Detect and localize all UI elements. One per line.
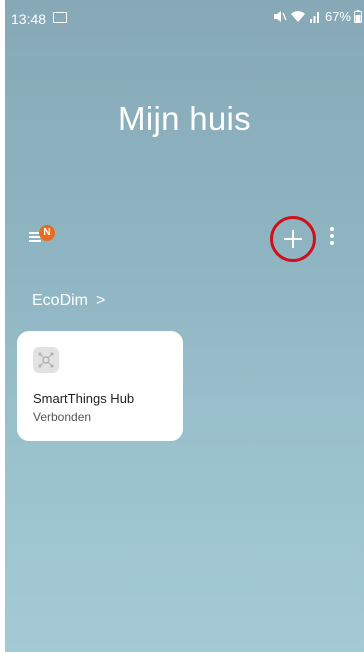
signal-icon xyxy=(309,11,321,23)
mute-icon xyxy=(273,10,287,23)
location-name: EcoDim xyxy=(32,292,89,309)
menu-button[interactable]: N xyxy=(25,224,59,250)
status-time: 13:48 xyxy=(11,11,47,27)
notification-badge: N xyxy=(39,225,55,241)
more-options-button[interactable] xyxy=(327,227,337,251)
battery-percent: 67% xyxy=(324,9,351,24)
status-bar: 13:48 67% xyxy=(5,0,364,36)
add-button[interactable] xyxy=(270,216,316,262)
app-screen: 13:48 67% Mijn huis N EcoDim > SmartThin… xyxy=(5,0,364,652)
battery-icon xyxy=(354,10,362,23)
device-status: Verbonden xyxy=(33,410,92,424)
image-icon xyxy=(53,12,67,23)
device-card[interactable]: SmartThings Hub Verbonden xyxy=(17,331,183,441)
chevron-right-icon: > xyxy=(96,292,106,309)
plus-icon xyxy=(284,230,302,248)
location-selector[interactable]: EcoDim > xyxy=(32,292,105,310)
device-name: SmartThings Hub xyxy=(33,391,135,406)
page-title: Mijn huis xyxy=(118,100,251,137)
wifi-icon xyxy=(290,10,306,23)
hub-icon xyxy=(33,347,59,373)
status-icons: 67% xyxy=(273,9,362,24)
